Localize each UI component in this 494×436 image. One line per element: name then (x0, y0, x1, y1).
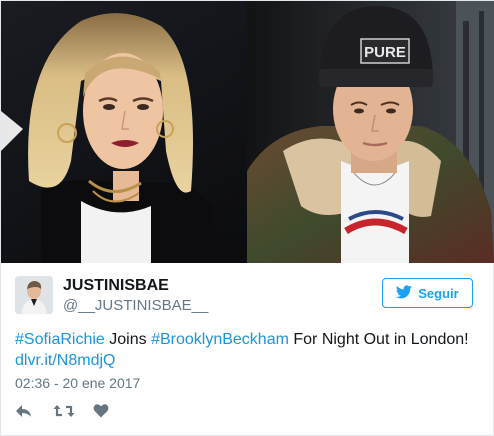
heart-icon[interactable] (93, 403, 109, 418)
user-handle[interactable]: @__JUSTINISBAE__ (63, 297, 208, 314)
follow-button[interactable]: Seguir (382, 278, 473, 308)
retweet-icon[interactable] (53, 403, 75, 419)
display-name[interactable]: JUSTINISBAE (63, 277, 169, 295)
follow-label: Seguir (418, 285, 459, 301)
hashtag-link[interactable]: #SofiaRichie (15, 331, 105, 348)
avatar-image (15, 276, 53, 314)
tweet-card: PURE JUSTINISBAE @__JUSTINISBAE__ Seguir (0, 0, 494, 436)
hashtag-link[interactable]: #BrooklynBeckham (151, 331, 289, 348)
article-link[interactable]: dlvr.it/N8mdjQ (15, 352, 115, 369)
beanie-label: PURE (364, 44, 406, 61)
tweet-text-segment: For Night Out in London! (288, 331, 469, 348)
reply-icon[interactable] (15, 403, 32, 419)
tweet-text: #SofiaRichie Joins #BrooklynBeckham For … (15, 329, 485, 371)
timestamp[interactable]: 02:36 - 20 ene 2017 (15, 375, 140, 391)
photo-illustration: PURE (1, 1, 494, 263)
bird-icon (396, 284, 412, 302)
tweet-photo[interactable]: PURE (1, 1, 494, 263)
avatar[interactable] (15, 276, 53, 314)
tweet-text-segment: Joins (104, 331, 152, 348)
